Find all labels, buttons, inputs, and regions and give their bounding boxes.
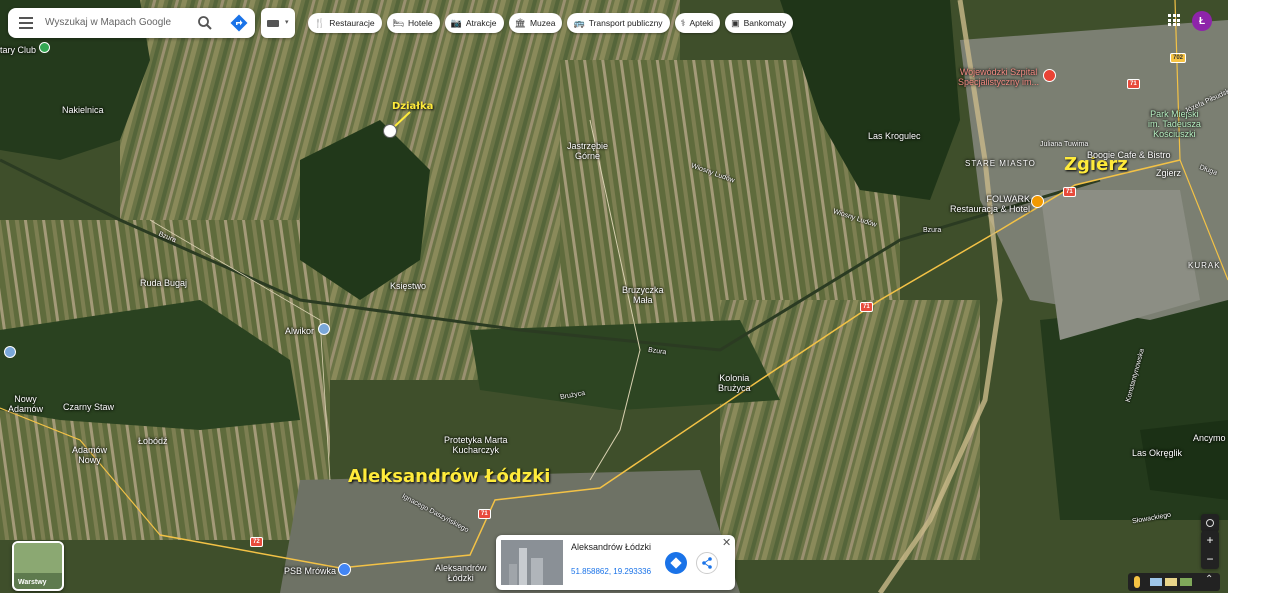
chip-muzea[interactable]: 🏛 Muzea xyxy=(508,13,563,33)
place-pin-icon[interactable] xyxy=(4,346,16,358)
place-label: Adamów Nowy xyxy=(72,445,108,465)
pegman-icon[interactable] xyxy=(1134,576,1140,588)
category-chips: 🍴 Restauracje 🛏 Hotele 📷 Atrakcje 🏛 Muzea 🚌 T… xyxy=(308,13,794,33)
place-coordinates[interactable]: 51.858862, 19.293336 xyxy=(571,567,651,576)
zoom-out-button[interactable]: − xyxy=(1201,550,1219,569)
close-icon[interactable]: ✕ xyxy=(722,536,731,549)
directions-icon xyxy=(670,557,682,569)
place-label: Kolonia Brużyca xyxy=(718,373,751,393)
chevron-down-icon: ▾ xyxy=(285,19,289,26)
bus-icon: 🚌 xyxy=(573,17,585,28)
menu-icon[interactable] xyxy=(16,14,36,32)
road-shield: 71 xyxy=(1063,187,1076,197)
place-label: Aleksandrów Łódzki xyxy=(435,563,487,583)
place-label: tary Club xyxy=(0,45,37,55)
place-label: Alwikor xyxy=(285,326,315,336)
satellite-terrain xyxy=(0,0,1228,593)
search-input[interactable]: Wyszukaj w Mapach Google xyxy=(45,17,171,28)
road-label: Juliana Tuwima xyxy=(1040,141,1089,148)
place-label: Jastrzębie Górne xyxy=(567,141,609,161)
satellite-map[interactable]: Działka Aleksandrów Łódzki Zgierz tary C… xyxy=(0,0,1228,593)
layers-button[interactable]: Warstwy xyxy=(12,541,64,591)
chip-transport[interactable]: 🚌 Transport publiczny xyxy=(567,13,670,33)
place-label: Zgierz xyxy=(1156,168,1182,178)
map-thumb-icon[interactable] xyxy=(1150,578,1162,586)
place-pin-icon[interactable] xyxy=(39,42,50,53)
place-label: Protetyka Marta Kucharczyk xyxy=(444,435,508,455)
chip-bankomaty[interactable]: ▣ Bankomaty xyxy=(725,13,794,33)
bottom-controls: ⌃ xyxy=(1128,573,1220,591)
keyboard-button[interactable]: ▾ xyxy=(261,8,295,38)
museum-icon: 🏛 xyxy=(514,17,526,28)
river-label: Bzura xyxy=(923,227,942,234)
atm-icon: ▣ xyxy=(731,17,740,28)
place-label: Księstwo xyxy=(390,281,427,291)
place-photo[interactable] xyxy=(501,540,563,585)
place-label: Ancymo xyxy=(1193,433,1226,443)
road-shield: 702 xyxy=(1170,53,1187,63)
utensils-icon: 🍴 xyxy=(314,17,326,28)
place-label: Łobódź xyxy=(138,436,168,446)
place-label: Bruzyczka Mała xyxy=(622,285,664,305)
satellite-thumb-icon[interactable] xyxy=(1180,578,1192,586)
chip-hotele[interactable]: 🛏 Hotele xyxy=(386,13,440,33)
place-title: Aleksandrów Łódzki xyxy=(571,542,652,552)
search-box[interactable]: Wyszukaj w Mapach Google xyxy=(8,8,255,38)
chip-apteki[interactable]: ⚕ Apteki xyxy=(674,13,721,33)
place-pin-icon[interactable] xyxy=(318,323,330,335)
hospital-label: Wojewódzki Szpital Specjalistyczny im... xyxy=(958,67,1040,87)
place-label: Las Okręglik xyxy=(1132,448,1183,458)
share-icon xyxy=(702,557,712,569)
place-label: Nowy Adamów xyxy=(8,394,44,414)
zoom-control: + − xyxy=(1201,531,1219,569)
road-shield: 71 xyxy=(1127,79,1140,89)
directions-button[interactable] xyxy=(665,552,687,574)
share-button[interactable] xyxy=(696,552,718,574)
district-label: KURAK xyxy=(1188,261,1221,270)
bed-icon: 🛏 xyxy=(392,17,405,28)
keyboard-icon xyxy=(267,20,279,27)
road-shield: 71 xyxy=(478,509,491,519)
road-shield: 71 xyxy=(860,302,873,312)
road-shield: 72 xyxy=(250,537,263,547)
chip-restauracje[interactable]: 🍴 Restauracje xyxy=(308,13,382,33)
layers-preview xyxy=(14,543,62,573)
place-label: Las Krogulec xyxy=(868,131,921,141)
place-label: Boogie Cafe & Bistro xyxy=(1087,150,1171,160)
expand-icon[interactable]: ⌃ xyxy=(1205,574,1213,585)
search-icon[interactable] xyxy=(196,14,214,32)
place-info-card[interactable]: Aleksandrów Łódzki 51.858862, 19.293336 … xyxy=(496,535,735,590)
pharmacy-icon: ⚕ xyxy=(680,17,686,28)
restaurant-label: FOLWARK Restauracja & Hotel xyxy=(950,194,1031,214)
directions-icon[interactable] xyxy=(230,14,248,32)
store-label: PSB Mrówka xyxy=(284,566,337,576)
hospital-pin-icon[interactable] xyxy=(1043,69,1056,82)
chip-atrakcje[interactable]: 📷 Atrakcje xyxy=(444,13,504,33)
apps-grid-icon[interactable] xyxy=(1168,14,1180,26)
place-label: Nakielnica xyxy=(62,105,104,115)
store-pin-icon[interactable] xyxy=(338,563,351,576)
restaurant-pin-icon[interactable] xyxy=(1031,195,1044,208)
my-location-button[interactable] xyxy=(1201,514,1219,532)
town-annotation: Aleksandrów Łódzki xyxy=(348,466,551,487)
plot-pin-icon[interactable] xyxy=(383,124,397,138)
place-label: Ruda Bugaj xyxy=(140,278,188,288)
district-label: STARE MIASTO xyxy=(965,159,1036,168)
layers-label: Warstwy xyxy=(18,579,47,586)
terrain-thumb-icon[interactable] xyxy=(1165,578,1177,586)
avatar[interactable]: Ł xyxy=(1192,11,1212,31)
location-icon xyxy=(1206,519,1214,527)
zoom-in-button[interactable]: + xyxy=(1201,531,1219,550)
park-label: Park Miejski im. Tadeusza Kościuszki xyxy=(1148,109,1201,139)
place-label: Czarny Staw xyxy=(63,402,115,412)
camera-icon: 📷 xyxy=(450,17,462,28)
